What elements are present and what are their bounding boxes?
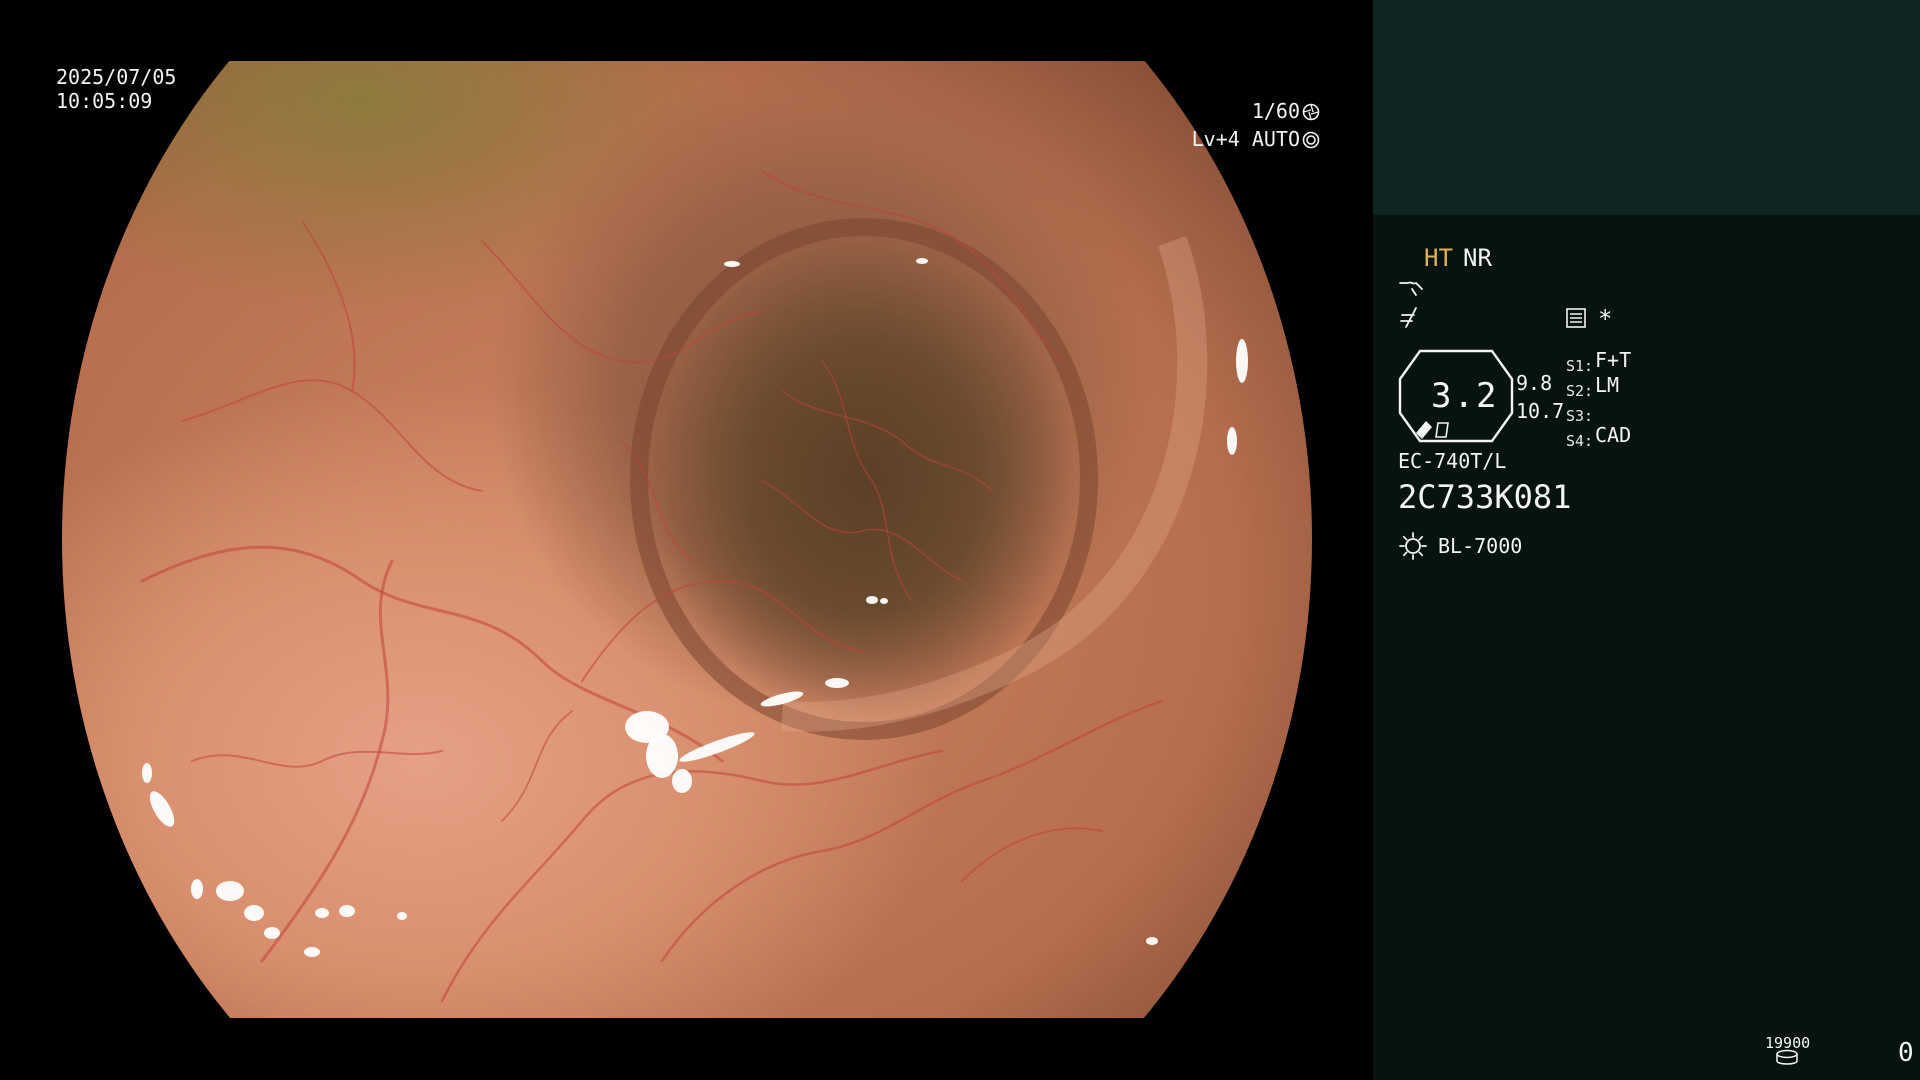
switch-2-label: S2: [1566,382,1594,400]
light-source-icon [1399,532,1427,560]
structure-filter-icon [1400,307,1417,328]
ht-mode-indicator: HT [1424,244,1453,272]
info-panel: HT NR * 3.2 9.8 10.7 S1: F+T S2: LM S3: … [1373,0,1920,1080]
endoscopic-image [62,61,1312,1018]
scope-model: EC-740T/L [1398,449,1507,473]
light-source-model: BL-7000 [1438,534,1523,558]
switch-4-value: CAD [1595,423,1632,447]
mucosa-texture [140,170,1248,1003]
asterisk-indicator: * [1598,305,1613,333]
structure-gauge-value: 3.2 [1431,376,1499,416]
shutter-speed: 1/60 [1210,98,1320,124]
report-icon [1566,308,1586,328]
patient-info-area [1373,0,1920,215]
gauge-value-1: 9.8 [1516,371,1553,395]
switch-3-label: S3: [1566,407,1594,425]
aperture-icon [1302,103,1320,121]
nr-mode-indicator: NR [1463,244,1492,272]
image-count: 0 [1898,1038,1914,1068]
disk-icon [1776,1049,1798,1065]
exam-time: 10:05:09 [56,89,153,113]
shutter-speed-value: 1/60 [1251,99,1300,123]
exam-date: 2025/07/05 [56,65,177,89]
endoscope-view: 2025/07/05 10:05:09 1/60 Lv+4 AUTO [0,0,1372,1080]
endoscopy-screen: 2025/07/05 10:05:09 1/60 Lv+4 AUTO HT NR… [0,0,1920,1080]
enhance-wave-icon [1399,281,1423,296]
switch-1-value: F+T [1595,348,1632,372]
switch-2-value: LM [1595,373,1620,397]
brightness-level-value: Lv+4 AUTO [1191,127,1300,151]
scope-serial-number: 2C733K081 [1398,478,1572,516]
auto-iris-icon [1302,131,1320,149]
gauge-value-2: 10.7 [1516,399,1565,423]
switch-1-label: S1: [1566,357,1594,375]
switch-4-label: S4: [1566,432,1594,450]
brightness-level: Lv+4 AUTO [1140,126,1320,152]
